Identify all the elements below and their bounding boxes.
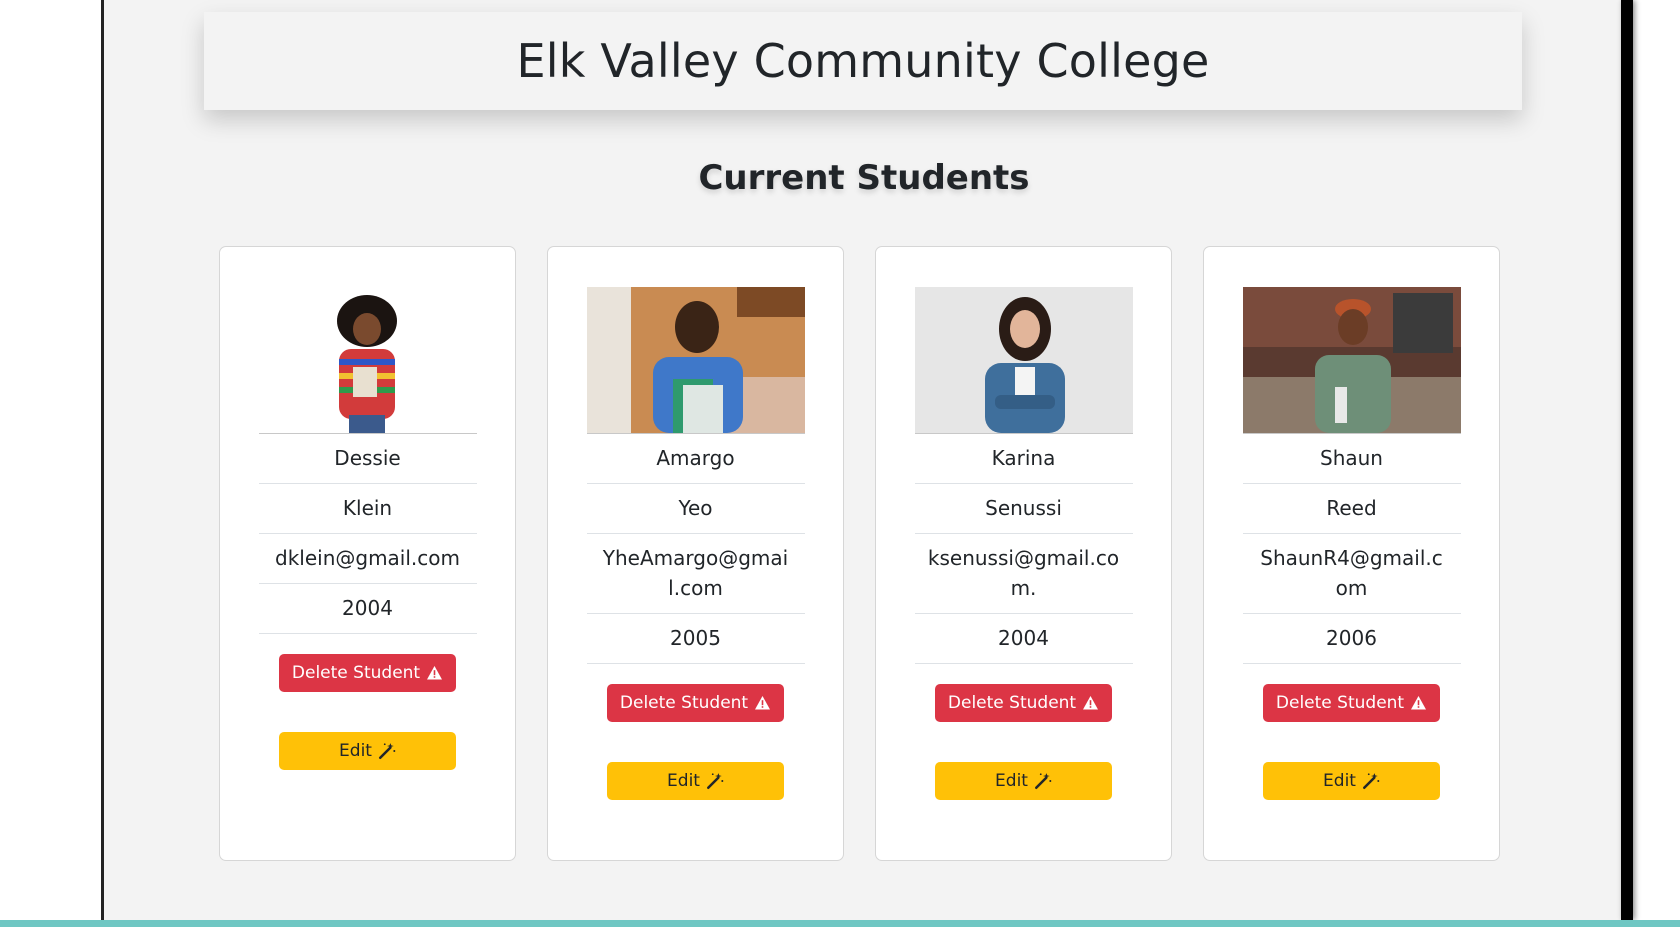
magic-wand-icon — [1362, 773, 1380, 789]
delete-student-label: Delete Student — [291, 663, 421, 683]
student-email: YheAmargo@gmail.com — [586, 534, 805, 614]
magic-wand-icon — [378, 743, 396, 759]
student-first-name: Karina — [914, 434, 1133, 484]
delete-student-label: Delete Student — [1275, 693, 1405, 713]
edit-student-label: Edit — [667, 771, 700, 791]
edit-student-button[interactable]: Edit — [1263, 762, 1440, 800]
student-photo — [258, 287, 477, 434]
student-card: Dessie Klein dklein@gmail.com 2004 Delet… — [219, 246, 516, 861]
site-header: Elk Valley Community College — [204, 12, 1522, 110]
student-email: dklein@gmail.com — [258, 534, 477, 584]
window-right-border — [1621, 0, 1633, 920]
delete-student-button[interactable]: Delete Student — [1263, 684, 1440, 722]
student-card-list: Dessie Klein dklein@gmail.com 2004 Delet… — [219, 246, 1500, 861]
student-first-name: Dessie — [258, 434, 477, 484]
delete-student-button[interactable]: Delete Student — [279, 654, 456, 692]
student-year: 2004 — [914, 614, 1133, 664]
warning-triangle-icon — [1411, 696, 1427, 710]
edit-student-button[interactable]: Edit — [607, 762, 784, 800]
delete-student-label: Delete Student — [947, 693, 1077, 713]
student-year: 2006 — [1242, 614, 1461, 664]
bottom-accent-bar — [0, 920, 1680, 927]
student-first-name: Amargo — [586, 434, 805, 484]
student-email: ksenussi@gmail.com. — [914, 534, 1133, 614]
delete-student-label: Delete Student — [619, 693, 749, 713]
section-title: Current Students — [698, 158, 1030, 198]
edit-student-label: Edit — [1323, 771, 1356, 791]
student-card: Shaun Reed ShaunR4@gmail.com 2006 Delete… — [1203, 246, 1500, 861]
edit-student-button[interactable]: Edit — [935, 762, 1112, 800]
warning-triangle-icon — [755, 696, 771, 710]
edit-student-label: Edit — [995, 771, 1028, 791]
student-card: Karina Senussi ksenussi@gmail.com. 2004 … — [875, 246, 1172, 861]
magic-wand-icon — [706, 773, 724, 789]
site-title: Elk Valley Community College — [516, 34, 1210, 88]
delete-student-button[interactable]: Delete Student — [607, 684, 784, 722]
warning-triangle-icon — [427, 666, 443, 680]
student-last-name: Klein — [258, 484, 477, 534]
student-year: 2005 — [586, 614, 805, 664]
edit-student-label: Edit — [339, 741, 372, 761]
student-year: 2004 — [258, 584, 477, 634]
browser-viewport: Elk Valley Community College Current Stu… — [0, 0, 1680, 927]
student-first-name: Shaun — [1242, 434, 1461, 484]
page-container: Elk Valley Community College Current Stu… — [101, 0, 1624, 920]
student-photo — [1242, 287, 1461, 434]
magic-wand-icon — [1034, 773, 1052, 789]
student-last-name: Yeo — [586, 484, 805, 534]
student-last-name: Reed — [1242, 484, 1461, 534]
edit-student-button[interactable]: Edit — [279, 732, 456, 770]
student-last-name: Senussi — [914, 484, 1133, 534]
student-photo — [914, 287, 1133, 434]
student-card: Amargo Yeo YheAmargo@gmail.com 2005 Dele… — [547, 246, 844, 861]
delete-student-button[interactable]: Delete Student — [935, 684, 1112, 722]
student-email: ShaunR4@gmail.com — [1242, 534, 1461, 614]
student-photo — [586, 287, 805, 434]
warning-triangle-icon — [1083, 696, 1099, 710]
